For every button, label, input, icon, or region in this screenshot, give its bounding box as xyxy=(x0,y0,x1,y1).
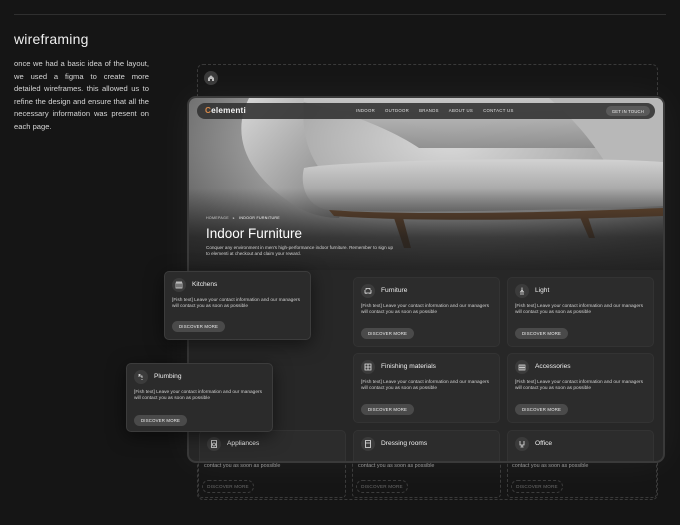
card-title: Plumbing xyxy=(154,373,182,380)
wireframe-text: contact you as soon as possible xyxy=(204,463,281,469)
appliance-icon xyxy=(207,437,221,451)
discover-more-button[interactable]: DISCOVER MORE xyxy=(361,328,415,339)
card-title: Light xyxy=(535,287,550,294)
discover-more-button[interactable]: DISCOVER MORE xyxy=(172,321,226,332)
card-title: Finishing materials xyxy=(381,363,436,370)
category-card-furniture[interactable]: Furniture [Fish text] Leave your contact… xyxy=(353,277,500,347)
category-card-office[interactable]: Office xyxy=(507,430,654,461)
wireframe-text: contact you as soon as possible xyxy=(358,463,435,469)
site-logo[interactable]: Celementi xyxy=(205,106,246,115)
category-card-appliances[interactable]: Appliances xyxy=(199,430,346,461)
category-card-light[interactable]: Light [Fish text] Leave your contact inf… xyxy=(507,277,654,347)
discover-more-button[interactable]: DISCOVER MORE xyxy=(361,404,415,415)
nav-outdoor[interactable]: OUTDOOR xyxy=(385,108,409,113)
lamp-icon xyxy=(515,284,529,298)
wireframe-discover-button[interactable]: DISCOVER MORE xyxy=(202,480,254,493)
nav-links: INDOOR OUTDOOR BRANDS ABOUT US CONTACT U… xyxy=(356,108,524,113)
section-description: once we had a basic idea of the layout, … xyxy=(14,59,149,131)
card-title: Dressing rooms xyxy=(381,440,428,447)
armchair-icon xyxy=(361,284,375,298)
section-heading: wireframing xyxy=(14,31,89,47)
category-card-dressing-rooms[interactable]: Dressing rooms xyxy=(353,430,500,461)
card-text: [Fish text] Leave your contact informati… xyxy=(134,390,262,402)
category-card-plumbing[interactable]: Plumbing [Fish text] Leave your contact … xyxy=(126,363,273,432)
card-text: [Fish text] Leave your contact informati… xyxy=(515,304,643,316)
card-title: Accessories xyxy=(535,363,571,370)
wardrobe-icon xyxy=(361,437,375,451)
category-card-accessories[interactable]: Accessories [Fish text] Leave your conta… xyxy=(507,353,654,423)
card-title: Furniture xyxy=(381,287,408,294)
breadcrumb: HOMEPAGE ▸ INDOOR FURNITURE xyxy=(206,216,280,220)
card-title: Kitchens xyxy=(192,281,218,288)
discover-more-button[interactable]: DISCOVER MORE xyxy=(515,328,569,339)
nav-contact-us[interactable]: CONTACT US xyxy=(483,108,514,113)
get-in-touch-button[interactable]: GET IN TOUCH xyxy=(605,106,650,116)
card-title: Appliances xyxy=(227,440,260,447)
shelf-icon xyxy=(515,360,529,374)
hero-banner: Celementi INDOOR OUTDOOR BRANDS ABOUT US… xyxy=(189,98,663,270)
nav-about-us[interactable]: ABOUT US xyxy=(449,108,473,113)
wireframe-discover-button[interactable]: DISCOVER MORE xyxy=(356,480,408,493)
breadcrumb-home[interactable]: HOMEPAGE xyxy=(206,216,229,220)
breadcrumb-current: INDOOR FURNITURE xyxy=(239,216,280,220)
page-title: Indoor Furniture xyxy=(206,226,303,241)
faucet-icon xyxy=(134,370,148,384)
breadcrumb-separator-icon: ▸ xyxy=(232,216,236,220)
category-card-kitchens[interactable]: Kitchens [Fish text] Leave your contact … xyxy=(164,271,311,340)
wireframe-text: contact you as soon as possible xyxy=(512,463,589,469)
nav-brands[interactable]: BRANDS xyxy=(419,108,439,113)
card-text: [Fish text] Leave your contact informati… xyxy=(515,380,643,392)
top-divider xyxy=(14,14,666,15)
wireframe-discover-button[interactable]: DISCOVER MORE xyxy=(511,480,563,493)
home-icon xyxy=(204,71,218,85)
nav-indoor[interactable]: INDOOR xyxy=(356,108,375,113)
tiles-icon xyxy=(361,360,375,374)
kitchen-icon xyxy=(172,278,186,292)
site-navbar: Celementi INDOOR OUTDOOR BRANDS ABOUT US… xyxy=(197,103,655,119)
hero-description: Conquer any environment in men's high-pe… xyxy=(206,245,394,256)
card-text: [Fish text] Leave your contact informati… xyxy=(361,304,489,316)
card-title: Office xyxy=(535,440,553,447)
discover-more-button[interactable]: DISCOVER MORE xyxy=(134,415,188,426)
discover-more-button[interactable]: DISCOVER MORE xyxy=(515,404,569,415)
office-chair-icon xyxy=(515,437,529,451)
card-text: [Fish text] Leave your contact informati… xyxy=(172,298,300,310)
category-card-finishing-materials[interactable]: Finishing materials [Fish text] Leave yo… xyxy=(353,353,500,423)
card-text: [Fish text] Leave your contact informati… xyxy=(361,380,489,392)
